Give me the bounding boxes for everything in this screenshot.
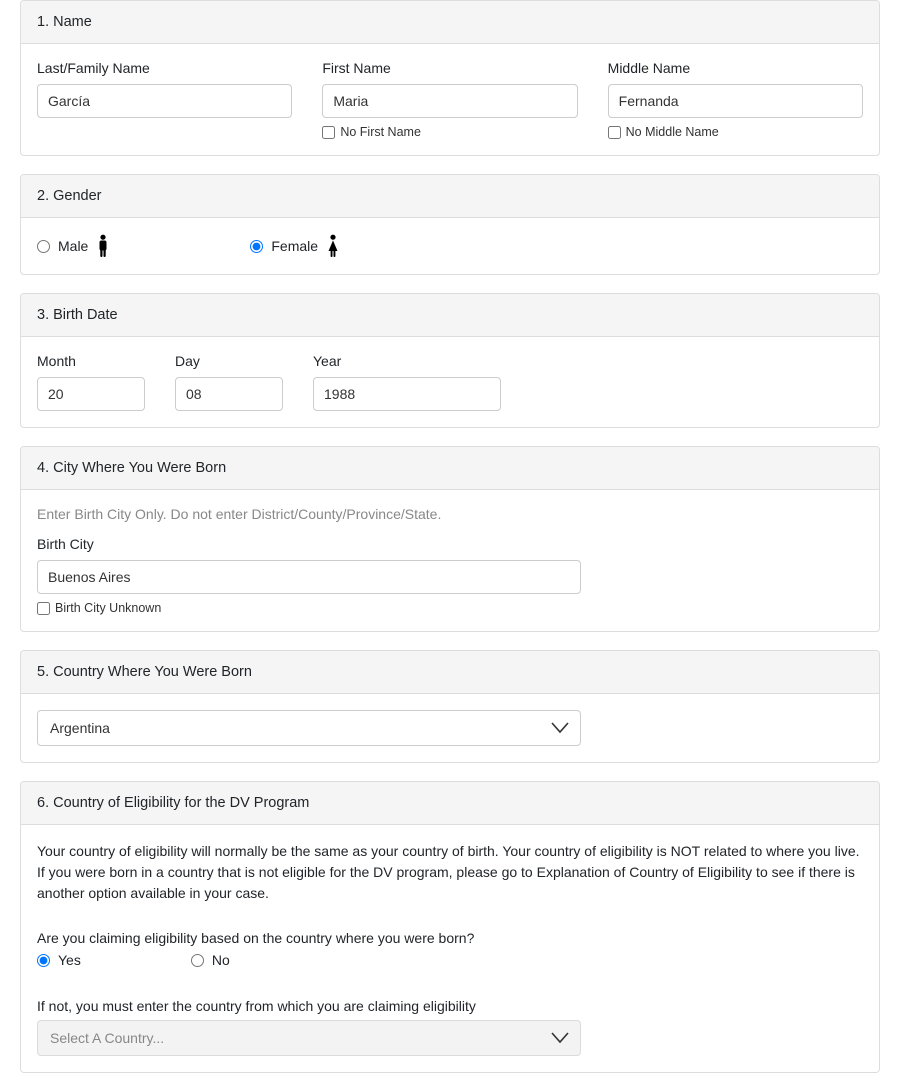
- section-6-header: 6. Country of Eligibility for the DV Pro…: [21, 782, 879, 825]
- section-3-header: 3. Birth Date: [21, 294, 879, 337]
- middle-name-group: Middle Name No Middle Name: [608, 60, 863, 139]
- no-middle-name-checkbox[interactable]: [608, 126, 621, 139]
- gender-female-label: Female: [271, 238, 318, 254]
- first-name-label: First Name: [322, 60, 577, 76]
- birth-day-input[interactable]: [175, 377, 283, 411]
- birth-city-hint: Enter Birth City Only. Do not enter Dist…: [37, 506, 863, 522]
- birth-month-label: Month: [37, 353, 145, 369]
- eligibility-question-1: Are you claiming eligibility based on th…: [37, 930, 863, 946]
- gender-male-radio[interactable]: [37, 240, 50, 253]
- section-4-header: 4. City Where You Were Born: [21, 447, 879, 490]
- no-first-name-label: No First Name: [340, 125, 421, 139]
- eligibility-country-select[interactable]: Select A Country...: [37, 1020, 581, 1056]
- birth-city-input[interactable]: [37, 560, 581, 594]
- gender-male-label: Male: [58, 238, 88, 254]
- male-icon: [96, 234, 110, 258]
- no-middle-name-label: No Middle Name: [626, 125, 719, 139]
- middle-name-input[interactable]: [608, 84, 863, 118]
- female-icon: [326, 234, 340, 258]
- last-name-label: Last/Family Name: [37, 60, 292, 76]
- section-birth-date: 3. Birth Date Month Day Year: [20, 293, 880, 428]
- eligibility-yes-radio[interactable]: [37, 954, 50, 967]
- section-gender: 2. Gender Male Female: [20, 174, 880, 275]
- eligibility-no-radio[interactable]: [191, 954, 204, 967]
- first-name-input[interactable]: [322, 84, 577, 118]
- eligibility-no-label: No: [212, 952, 230, 968]
- section-birth-city: 4. City Where You Were Born Enter Birth …: [20, 446, 880, 632]
- first-name-group: First Name No First Name: [322, 60, 577, 139]
- no-first-name-checkbox[interactable]: [322, 126, 335, 139]
- birth-month-input[interactable]: [37, 377, 145, 411]
- section-birth-country: 5. Country Where You Were Born Argentina: [20, 650, 880, 763]
- birth-day-label: Day: [175, 353, 283, 369]
- birth-city-label: Birth City: [37, 536, 581, 552]
- birth-country-select[interactable]: Argentina: [37, 710, 581, 746]
- birth-year-label: Year: [313, 353, 501, 369]
- gender-female-radio[interactable]: [250, 240, 263, 253]
- eligibility-description: Your country of eligibility will normall…: [37, 841, 863, 904]
- eligibility-question-2: If not, you must enter the country from …: [37, 998, 863, 1014]
- section-eligibility: 6. Country of Eligibility for the DV Pro…: [20, 781, 880, 1073]
- eligibility-yes-label: Yes: [58, 952, 81, 968]
- middle-name-label: Middle Name: [608, 60, 863, 76]
- last-name-input[interactable]: [37, 84, 292, 118]
- birth-year-input[interactable]: [313, 377, 501, 411]
- last-name-group: Last/Family Name: [37, 60, 292, 139]
- birth-city-unknown-label: Birth City Unknown: [55, 601, 161, 615]
- section-name: 1. Name Last/Family Name First Name No F…: [20, 0, 880, 156]
- section-5-header: 5. Country Where You Were Born: [21, 651, 879, 694]
- birth-city-unknown-checkbox[interactable]: [37, 602, 50, 615]
- section-2-header: 2. Gender: [21, 175, 879, 218]
- section-1-header: 1. Name: [21, 1, 879, 44]
